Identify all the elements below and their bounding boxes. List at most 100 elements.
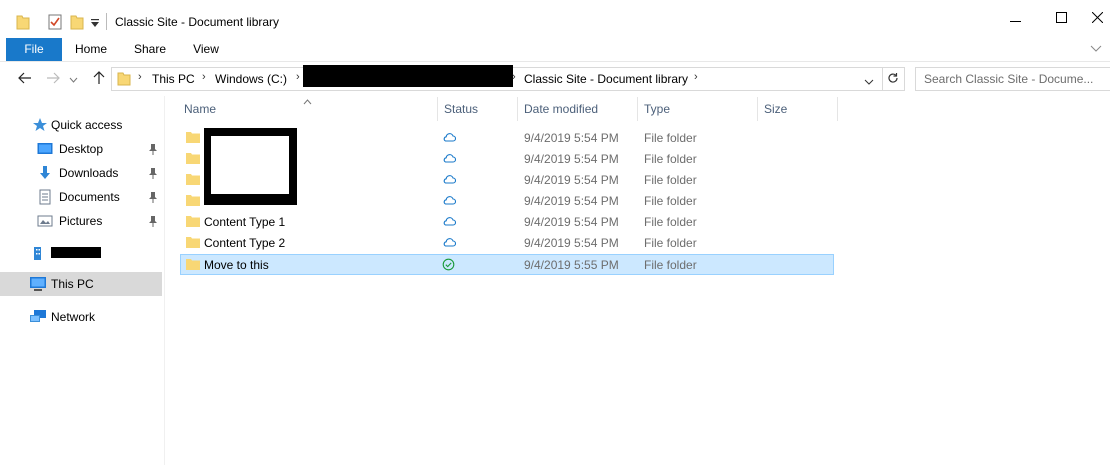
sort-ascending-icon: [303, 94, 312, 108]
arrow-left-icon: [18, 72, 32, 87]
redacted-label: [51, 247, 101, 258]
column-header-size[interactable]: Size: [764, 102, 787, 116]
nav-label: Network: [51, 310, 96, 324]
nav-item-network[interactable]: Network: [0, 305, 162, 329]
folder-icon: [186, 236, 200, 248]
file-type: File folder: [644, 194, 697, 208]
column-divider[interactable]: [517, 97, 518, 121]
folder-icon: [117, 71, 131, 89]
customize-toolbar-icon[interactable]: [90, 17, 104, 33]
documents-icon: [37, 189, 53, 205]
cloud-icon: [442, 194, 457, 208]
nav-label: Documents: [59, 190, 120, 204]
forward-button[interactable]: [42, 68, 64, 90]
file-name: Content Type 2: [204, 236, 286, 250]
file-date: 9/4/2019 5:54 PM: [524, 173, 619, 187]
file-type: File folder: [644, 131, 697, 145]
nav-item-downloads[interactable]: Downloads: [0, 161, 162, 185]
recent-locations-button[interactable]: [66, 68, 80, 90]
column-header-name[interactable]: Name: [184, 102, 216, 116]
folder-icon: [186, 131, 200, 143]
pin-icon[interactable]: [148, 191, 158, 203]
star-icon: [32, 117, 48, 133]
nav-label: Desktop: [59, 142, 104, 156]
properties-icon[interactable]: [48, 14, 62, 30]
expand-ribbon-icon[interactable]: [1090, 42, 1102, 56]
refresh-icon: [887, 72, 899, 87]
maximize-icon: [1055, 12, 1067, 26]
redaction-inner: [211, 136, 289, 194]
nav-item-pictures[interactable]: Pictures: [0, 209, 162, 233]
arrow-right-icon: [46, 72, 60, 87]
minimize-icon: [1009, 12, 1021, 26]
column-divider[interactable]: [837, 97, 838, 121]
file-date: 9/4/2019 5:54 PM: [524, 131, 619, 145]
nav-item-desktop[interactable]: Desktop: [0, 137, 162, 161]
cloud-icon: [442, 215, 457, 229]
tab-home[interactable]: Home: [66, 38, 116, 61]
search-placeholder: Search Classic Site - Docume...: [924, 72, 1094, 86]
close-button[interactable]: [1084, 4, 1110, 34]
nav-item-redacted[interactable]: [0, 241, 162, 265]
nav-label: This PC: [51, 277, 94, 291]
nav-label: Quick access: [51, 118, 123, 132]
breadcrumb-this-pc[interactable]: This PC: [152, 72, 195, 86]
cloud-icon: [442, 173, 457, 187]
computer-icon: [29, 276, 46, 292]
pin-icon[interactable]: [148, 215, 158, 227]
maximize-button[interactable]: [1038, 4, 1084, 34]
network-icon: [29, 309, 46, 325]
address-bar[interactable]: › This PC › Windows (C:) › › Classic Sit…: [111, 65, 883, 91]
file-type: File folder: [644, 236, 697, 250]
nav-label: Pictures: [59, 214, 103, 228]
breadcrumb-separator: ›: [296, 71, 300, 83]
tab-share[interactable]: Share: [124, 38, 176, 61]
file-type: File folder: [644, 152, 697, 166]
navigation-pane: Quick access Desktop Downloads Documents…: [0, 96, 165, 465]
file-type: File folder: [644, 215, 697, 229]
nav-item-this-pc[interactable]: This PC: [0, 272, 162, 296]
minimize-button[interactable]: [992, 4, 1038, 34]
address-dropdown-icon[interactable]: [864, 75, 874, 89]
column-header-type[interactable]: Type: [644, 102, 670, 116]
up-button[interactable]: [88, 68, 110, 90]
close-icon: [1091, 11, 1103, 26]
folder-icon: [186, 215, 200, 227]
redacted-breadcrumb: [303, 65, 513, 87]
back-button[interactable]: [14, 68, 36, 90]
breadcrumb-separator: ›: [694, 71, 698, 83]
ribbon-tabs: File Home Share View: [0, 38, 1110, 62]
file-row[interactable]: Content Type 2 9/4/2019 5:54 PM File fol…: [180, 233, 834, 253]
column-header-date-modified[interactable]: Date modified: [524, 102, 598, 116]
file-date: 9/4/2019 5:55 PM: [524, 258, 619, 272]
building-icon: [33, 245, 49, 261]
column-divider[interactable]: [757, 97, 758, 121]
refresh-button[interactable]: [882, 67, 905, 91]
download-icon: [37, 165, 53, 181]
breadcrumb-document-library[interactable]: Classic Site - Document library: [524, 72, 688, 86]
file-row[interactable]: Move to this 9/4/2019 5:55 PM File folde…: [180, 254, 834, 275]
pin-icon[interactable]: [148, 143, 158, 155]
file-date: 9/4/2019 5:54 PM: [524, 152, 619, 166]
tab-view[interactable]: View: [180, 38, 232, 61]
breadcrumb-windows-c[interactable]: Windows (C:): [215, 72, 287, 86]
desktop-icon: [37, 141, 53, 157]
tab-file[interactable]: File: [6, 38, 62, 61]
column-header-status[interactable]: Status: [444, 102, 478, 116]
nav-item-documents[interactable]: Documents: [0, 185, 162, 209]
file-name: Content Type 1: [204, 215, 286, 229]
cloud-icon: [442, 152, 457, 166]
synced-check-icon: [442, 258, 456, 272]
column-divider[interactable]: [637, 97, 638, 121]
nav-item-quick-access[interactable]: Quick access: [0, 113, 162, 137]
column-divider[interactable]: [437, 97, 438, 121]
arrow-up-icon: [93, 70, 105, 88]
new-folder-icon[interactable]: [70, 14, 84, 30]
pin-icon[interactable]: [148, 167, 158, 179]
nav-label: Downloads: [59, 166, 119, 180]
search-box[interactable]: Search Classic Site - Docume...: [915, 67, 1110, 91]
window-title: Classic Site - Document library: [115, 15, 280, 29]
file-date: 9/4/2019 5:54 PM: [524, 194, 619, 208]
file-date: 9/4/2019 5:54 PM: [524, 215, 619, 229]
file-row[interactable]: Content Type 1 9/4/2019 5:54 PM File fol…: [180, 212, 834, 232]
